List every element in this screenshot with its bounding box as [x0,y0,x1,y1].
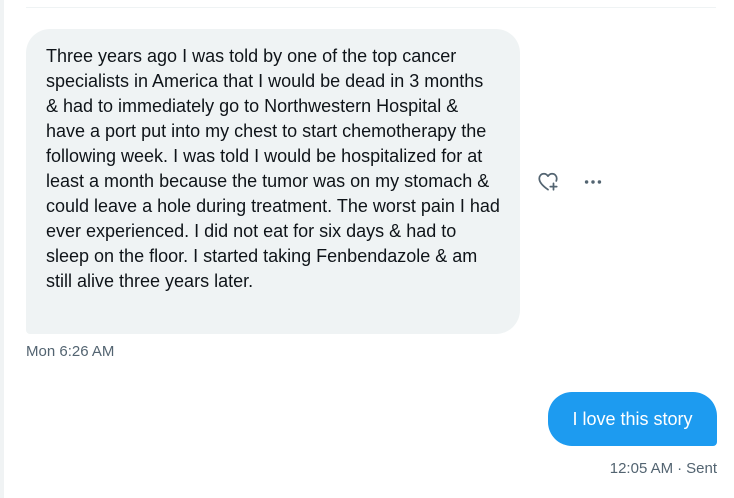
left-rail [0,0,4,498]
received-message-bubble[interactable]: Three years ago I was told by one of the… [26,29,520,334]
sent-message-bubble[interactable]: I love this story [548,392,717,446]
more-options-button[interactable] [579,168,607,196]
sent-status: Sent [686,460,717,477]
react-button[interactable] [534,168,562,196]
sent-message-meta: 12:05 AM · Sent [610,460,717,478]
top-divider [26,7,716,8]
meta-separator: · [677,460,683,477]
heart-plus-icon [538,172,558,191]
sent-message-text: I love this story [572,409,693,429]
received-message-timestamp: Mon 6:26 AM [26,343,115,360]
received-message-text: Three years ago I was told by one of the… [46,46,500,291]
more-horizontal-icon [584,180,602,184]
sent-message-timestamp: 12:05 AM [609,460,674,477]
message-actions [534,168,614,196]
